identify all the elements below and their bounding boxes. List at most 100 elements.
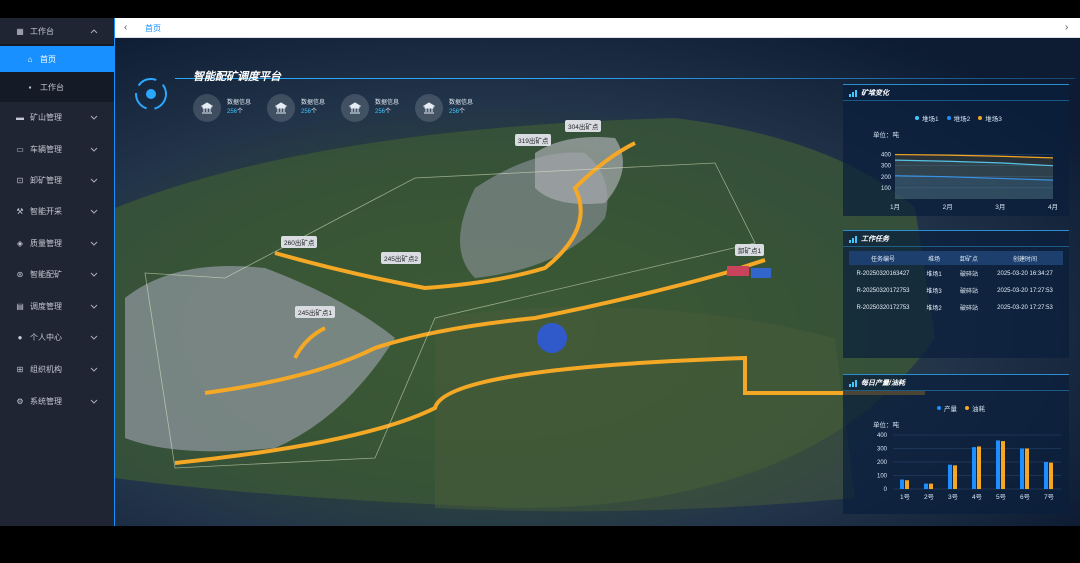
stat-unit: 个 [459,109,466,115]
map-label-260[interactable]: 260出矿点 [281,236,318,248]
bar-chart-icon [849,380,857,387]
chevron-down-icon [90,333,98,341]
sidebar-item-9[interactable]: ▤ 调度管理 [0,293,114,319]
pickaxe-icon: ⚒ [16,206,24,216]
task-panel: 工作任务 任务编号 堆场 卸矿点 创建时间 R-20250320163427 堆… [843,230,1069,358]
stat-label: 数据信息 [301,100,326,106]
sidebar-item-4[interactable]: ▭ 车辆管理 [0,136,114,162]
chevron-down-icon [90,239,98,247]
sidebar-item-label: 工作台 [30,26,54,36]
main-area: ‹ 首页 › 304出矿点 319出矿点 260出矿点 245出矿点2 245出… [114,18,1080,526]
sidebar-item-7[interactable]: ◈ 质量管理 [0,230,114,256]
chevron-down-icon [90,270,98,278]
y-tick-label: 0 [884,487,888,493]
schedule-icon: ▤ [16,301,24,311]
chevron-left-icon[interactable]: ‹ [124,22,134,34]
legend-item[interactable]: 堆场1 [915,113,939,123]
cell-stockpile: 堆场1 [926,272,942,278]
panel-title-text: 工作任务 [861,235,889,243]
legend-swatch [965,406,969,410]
map-label-unload-1[interactable]: 卸矿点1 [735,244,765,256]
monitor-icon: ▬ [16,112,24,122]
sidebar-item-10[interactable]: ● 个人中心 [0,324,114,350]
dashboard-icon: ▦ [16,26,24,36]
x-tick-label: 2号 [924,493,935,501]
header-line [175,78,1075,79]
legend-item[interactable]: 堆场2 [946,113,971,123]
x-tick-label: 1号 [900,493,911,501]
sidebar-item-2[interactable]: ▪ 工作台 [0,74,114,100]
bar [977,446,981,489]
legend-label: 堆场2 [953,116,971,123]
sidebar-item-0[interactable]: ▦ 工作台 [0,18,114,44]
legend-item[interactable]: 堆场3 [978,113,1002,123]
unload-icon: ⊡ [16,175,24,185]
sidebar-item-label: 车辆管理 [30,144,62,154]
chevron-up-icon [90,27,98,35]
chevron-right-icon[interactable]: › [1065,22,1075,34]
sidebar-item-1[interactable]: ⌂ 首页 [0,46,114,72]
sidebar-item-3[interactable]: ▬ 矿山管理 [0,104,114,130]
bar [1001,441,1005,489]
sidebar-item-6[interactable]: ⚒ 智能开采 [0,198,114,224]
cell-created-time: 2025-03-20 17:27:53 [997,287,1053,294]
chevron-down-icon [90,397,98,405]
x-tick-label: 2月 [943,203,953,211]
table-row[interactable]: R-20250320172753 堆场3 破碎站 2025-03-20 17:2… [849,282,1063,299]
bar [972,447,976,489]
tab-home[interactable]: 首页 [145,23,161,34]
chevron-down-icon [90,207,98,215]
legend-item[interactable]: 产量 [937,403,957,413]
bank-icon [267,94,295,122]
bar [1049,462,1053,489]
sidebar-item-label: 卸矿管理 [30,175,62,185]
legend-label: 产量 [944,406,957,413]
stat-card-1: 数据信息 256个 [193,94,251,122]
task-table: 任务编号 堆场 卸矿点 创建时间 R-20250320163427 堆场1 破碎… [849,251,1063,316]
table-row[interactable]: R-20250320163427 堆场1 破碎站 2025-03-20 16:3… [849,265,1063,282]
bar-chart-icon [849,236,857,243]
legend-label: 堆场1 [922,116,939,123]
bar [948,464,952,489]
chart-legend: 产量 油耗 [937,403,985,413]
legend-item[interactable]: 油耗 [965,403,985,413]
panel-title: 工作任务 [843,231,1069,247]
app-window: ▦ 工作台 ⌂ 首页 ▪ 工作台 ▬ 矿山管理 ▭ 车辆管理 ⊡ 卸矿管理 ⚒ 智能开采 ◈ 质量管理 ⊛ 智能配… [0,18,1080,526]
sidebar-item-5[interactable]: ⊡ 卸矿管理 [0,167,114,193]
gear-icon: ⚙ [16,396,24,406]
y-tick-label: 100 [881,186,892,192]
stat-unit: 个 [237,109,244,115]
sidebar-item-12[interactable]: ⚙ 系统管理 [0,388,114,414]
cell-task-id: R-20250320172753 [856,287,910,294]
chevron-down-icon [90,365,98,373]
legend-label: 油耗 [972,406,985,413]
x-tick-label: 4号 [972,493,983,501]
map-label-319[interactable]: 319出矿点 [515,134,552,146]
shield-icon: ◈ [16,238,24,248]
y-tick-label: 400 [877,433,888,439]
map-label-245-2[interactable]: 245出矿点2 [381,252,421,264]
sidebar-item-label: 系统管理 [30,396,62,406]
map-label-245-1[interactable]: 245出矿点1 [295,306,335,318]
sidebar-item-label: 质量管理 [30,238,62,248]
stat-card-4: 数据信息 256个 [415,94,473,122]
sidebar-item-11[interactable]: ⊞ 组织机构 [0,356,114,382]
map-label-304[interactable]: 304出矿点 [565,120,602,132]
header-stockpile: 堆场 [917,251,951,265]
y-tick-label: 300 [877,447,888,453]
output-panel: 每日产量/油耗 产量 油耗 单位：吨 0 100 200 300 400 1号 2号 3号 4号 5… [843,374,1069,514]
legend-label: 堆场3 [985,116,1002,123]
sidebar-item-8[interactable]: ⊛ 智能配矿 [0,261,114,287]
x-tick-label: 3号 [948,493,959,501]
bank-icon [415,94,443,122]
chart-unit: 单位：吨 [873,422,899,429]
cell-stockpile: 堆场3 [926,289,942,295]
table-row[interactable]: R-20250320172753 堆场2 破碎站 2025-03-20 17:2… [849,299,1063,316]
bar [1020,448,1024,489]
bar [900,479,904,489]
grid-icon: ▪ [28,82,32,92]
bar [953,465,957,489]
bar [1025,448,1029,489]
header-task-id: 任务编号 [849,251,917,265]
stat-label: 数据信息 [449,100,474,106]
